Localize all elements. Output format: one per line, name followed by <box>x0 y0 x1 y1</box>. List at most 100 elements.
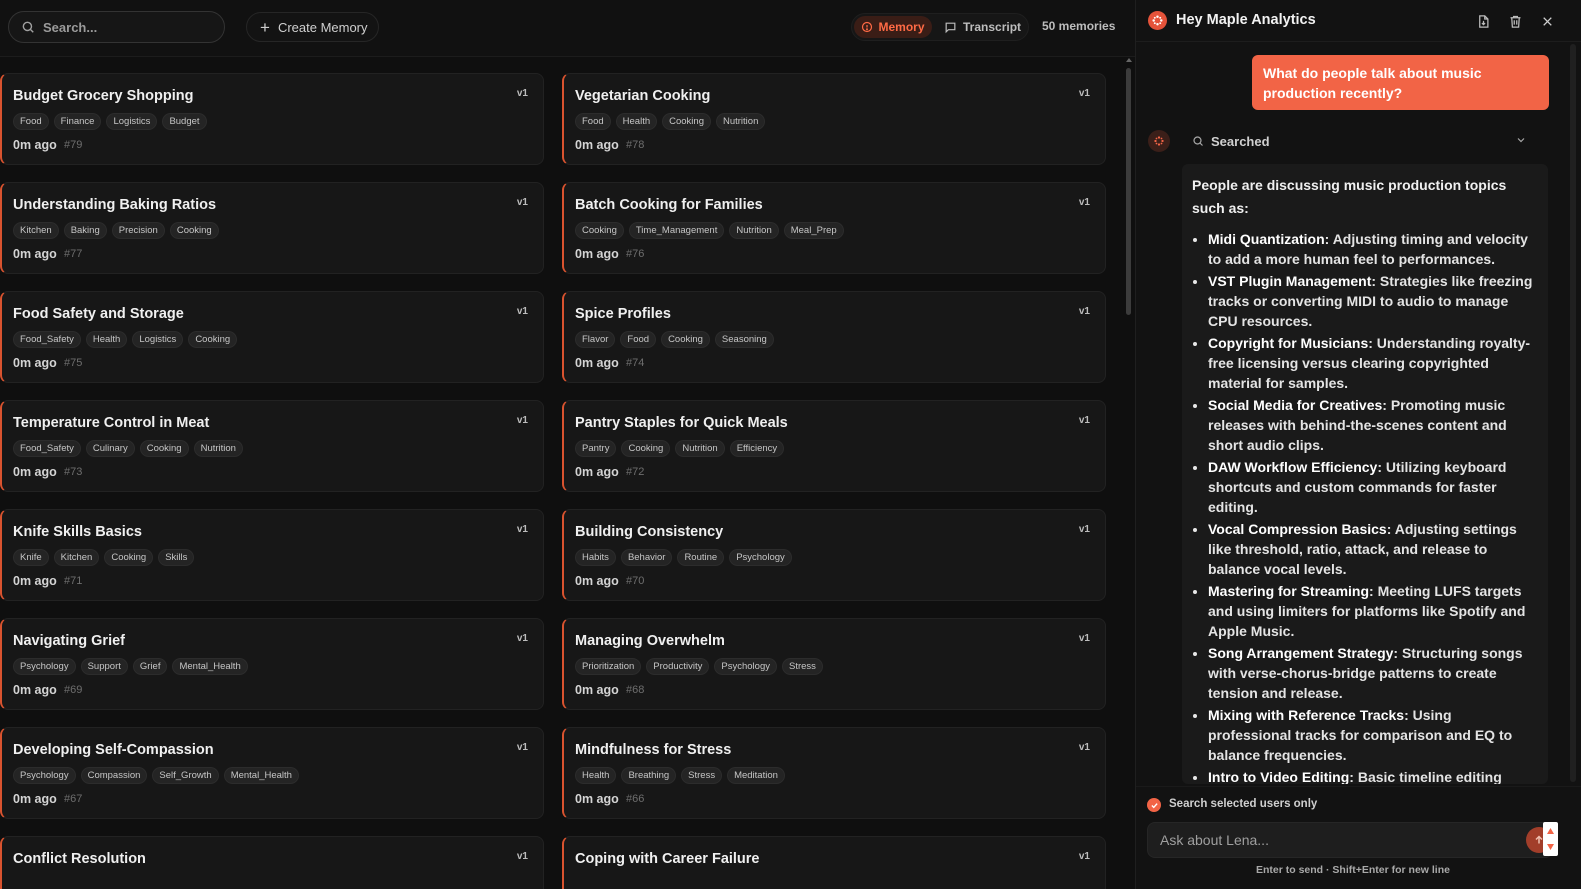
memory-tag: Nutrition <box>715 113 766 130</box>
memory-tag: Routine <box>677 549 725 566</box>
memory-tag: Cooking <box>139 440 189 457</box>
memory-tag: Cooking <box>662 113 711 130</box>
search-icon <box>22 21 34 33</box>
chat-composer: Search selected users only Ask about Len… <box>1136 786 1581 889</box>
memory-tags: Food_Safety Culinary Cooking Nutrition <box>13 440 243 457</box>
memory-card[interactable]: Conflict Resolution v1 <box>0 836 544 889</box>
memory-timestamp: 0m ago <box>13 574 57 588</box>
create-memory-button[interactable]: + Create Memory <box>246 12 379 42</box>
scroll-up-arrow-icon[interactable] <box>1126 58 1132 62</box>
answer-item: DAW Workflow Efficiency: Utilizing keybo… <box>1208 457 1538 517</box>
memory-title: Conflict Resolution <box>13 851 146 867</box>
memory-title: Mindfulness for Stress <box>575 742 732 758</box>
tab-memory[interactable]: Memory <box>854 16 932 38</box>
memory-timestamp: 0m ago <box>575 683 619 697</box>
memory-tag: Habits <box>575 549 616 566</box>
memory-tags: Prioritization Productivity Psychology Stre… <box>575 658 823 675</box>
memory-card[interactable]: Budget Grocery Shopping v1 Food Finance Logi… <box>0 73 544 165</box>
memory-tag: Skills <box>158 549 195 566</box>
memory-tag: Logistics <box>106 113 158 130</box>
answer-item-term: DAW Workflow Efficiency <box>1208 459 1378 475</box>
chat-scrollbar[interactable] <box>1570 44 1576 782</box>
answer-list: Midi Quantization: Adjusting timing and … <box>1192 229 1538 784</box>
composer-hint: Enter to send · Shift+Enter for new line <box>1256 864 1450 876</box>
memory-id: #79 <box>64 139 83 151</box>
memory-tag: Meal_Prep <box>783 222 844 239</box>
memory-version-badge: v1 <box>1078 197 1090 208</box>
memory-title: Understanding Baking Ratios <box>13 197 217 213</box>
memory-id: #77 <box>64 248 83 260</box>
search-selected-users-label: Search selected users only <box>1169 798 1318 810</box>
answer-item-term: Mixing with Reference Tracks <box>1208 707 1405 723</box>
memory-card[interactable]: Knife Skills Basics v1 Knife Kitchen Cooking… <box>0 509 544 601</box>
memory-tag: Prioritization <box>575 658 642 675</box>
memory-card[interactable]: Mindfulness for Stress v1 Health Breathing S… <box>562 727 1106 819</box>
view-toggle: Memory Transcript <box>851 13 1029 41</box>
memory-title: Spice Profiles <box>575 306 671 322</box>
memory-tags: Kitchen Baking Precision Cooking <box>13 222 219 239</box>
memory-timestamp: 0m ago <box>575 465 619 479</box>
scroll-handle-icon[interactable] <box>1543 822 1558 856</box>
memory-tag: Psychology <box>729 549 792 566</box>
memory-tag: Behavior <box>620 549 673 566</box>
memory-tag: Nutrition <box>193 440 243 457</box>
memory-tag: Food_Safety <box>13 440 81 457</box>
memory-title: Budget Grocery Shopping <box>13 88 194 104</box>
memory-id: #69 <box>64 684 83 696</box>
memory-tag: Health <box>615 113 658 130</box>
memory-id: #66 <box>626 793 645 805</box>
memory-version-badge: v1 <box>516 306 528 317</box>
memory-tag: Mental_Health <box>172 658 248 675</box>
memory-card[interactable]: Coping with Career Failure v1 <box>562 836 1106 889</box>
memory-card[interactable]: Understanding Baking Ratios v1 Kitchen Baki… <box>0 182 544 274</box>
info-circle-icon <box>862 21 873 33</box>
memory-card[interactable]: Food Safety and Storage v1 Food_Safety Heal… <box>0 291 544 383</box>
memory-timestamp: 0m ago <box>13 683 57 697</box>
search-selected-users-checkbox[interactable] <box>1147 798 1161 812</box>
memory-tag: Knife <box>13 549 49 566</box>
memory-card[interactable]: Navigating Grief v1 Psychology Support Grief… <box>0 618 544 710</box>
chat-panel: Hey Maple Analytics What do people talk … <box>1135 0 1581 889</box>
memory-grid: Budget Grocery Shopping v1 Food Finance Logi… <box>0 73 1120 889</box>
memory-tag: Cooking <box>188 331 238 348</box>
memory-title: Vegetarian Cooking <box>575 88 711 104</box>
memory-tags: Psychology Compassion Self_Growth Mental_He… <box>13 767 299 784</box>
memory-card[interactable]: Pantry Staples for Quick Meals v1 Pantry Co… <box>562 400 1106 492</box>
memory-tag: Finance <box>53 113 102 130</box>
close-icon[interactable] <box>1538 12 1556 30</box>
memory-tag: Stress <box>781 658 823 675</box>
memory-card[interactable]: Developing Self-Compassion v1 Psychology Co… <box>0 727 544 819</box>
memory-tags: Flavor Food Cooking Seasoning <box>575 331 774 348</box>
memory-tag: Precision <box>111 222 165 239</box>
memory-id: #78 <box>626 139 645 151</box>
search-input[interactable]: Search... <box>8 11 225 43</box>
tab-transcript[interactable]: Transcript <box>944 16 1026 38</box>
memory-card[interactable]: Managing Overwhelm v1 Prioritization Produc… <box>562 618 1106 710</box>
memory-tag: Psychology <box>13 767 76 784</box>
memory-card[interactable]: Batch Cooking for Families v1 Cooking Time_… <box>562 182 1106 274</box>
answer-item: Midi Quantization: Adjusting timing and … <box>1208 229 1538 269</box>
memory-timestamp: 0m ago <box>13 247 57 261</box>
memory-title: Temperature Control in Meat <box>13 415 210 431</box>
memory-tag: Grief <box>132 658 168 675</box>
file-download-icon[interactable] <box>1474 12 1492 30</box>
memory-id: #67 <box>64 793 83 805</box>
trash-icon[interactable] <box>1506 12 1524 30</box>
memory-version-badge: v1 <box>1078 633 1090 644</box>
assistant-answer: People are discussing music production t… <box>1182 164 1548 784</box>
chat-input[interactable]: Ask about Lena... <box>1147 822 1553 858</box>
memory-card[interactable]: Building Consistency v1 Habits Behavior Rout… <box>562 509 1106 601</box>
search-status-toggle[interactable]: Searched <box>1182 130 1548 152</box>
memory-id: #76 <box>626 248 645 260</box>
memory-tag: Kitchen <box>13 222 59 239</box>
memory-scrollbar[interactable] <box>1126 68 1131 315</box>
memory-tag: Stress <box>681 767 723 784</box>
memory-timestamp: 0m ago <box>13 356 57 370</box>
memory-card[interactable]: Temperature Control in Meat v1 Food_Safety… <box>0 400 544 492</box>
memory-tag: Meditation <box>727 767 785 784</box>
memory-card[interactable]: Vegetarian Cooking v1 Food Health Cooking Nut… <box>562 73 1106 165</box>
memory-card[interactable]: Spice Profiles v1 Flavor Food Cooking Seasoni… <box>562 291 1106 383</box>
memory-count: 50 memories <box>1042 19 1116 33</box>
search-status-label: Searched <box>1211 133 1270 149</box>
memory-tags: Food_Safety Health Logistics Cooking <box>13 331 238 348</box>
